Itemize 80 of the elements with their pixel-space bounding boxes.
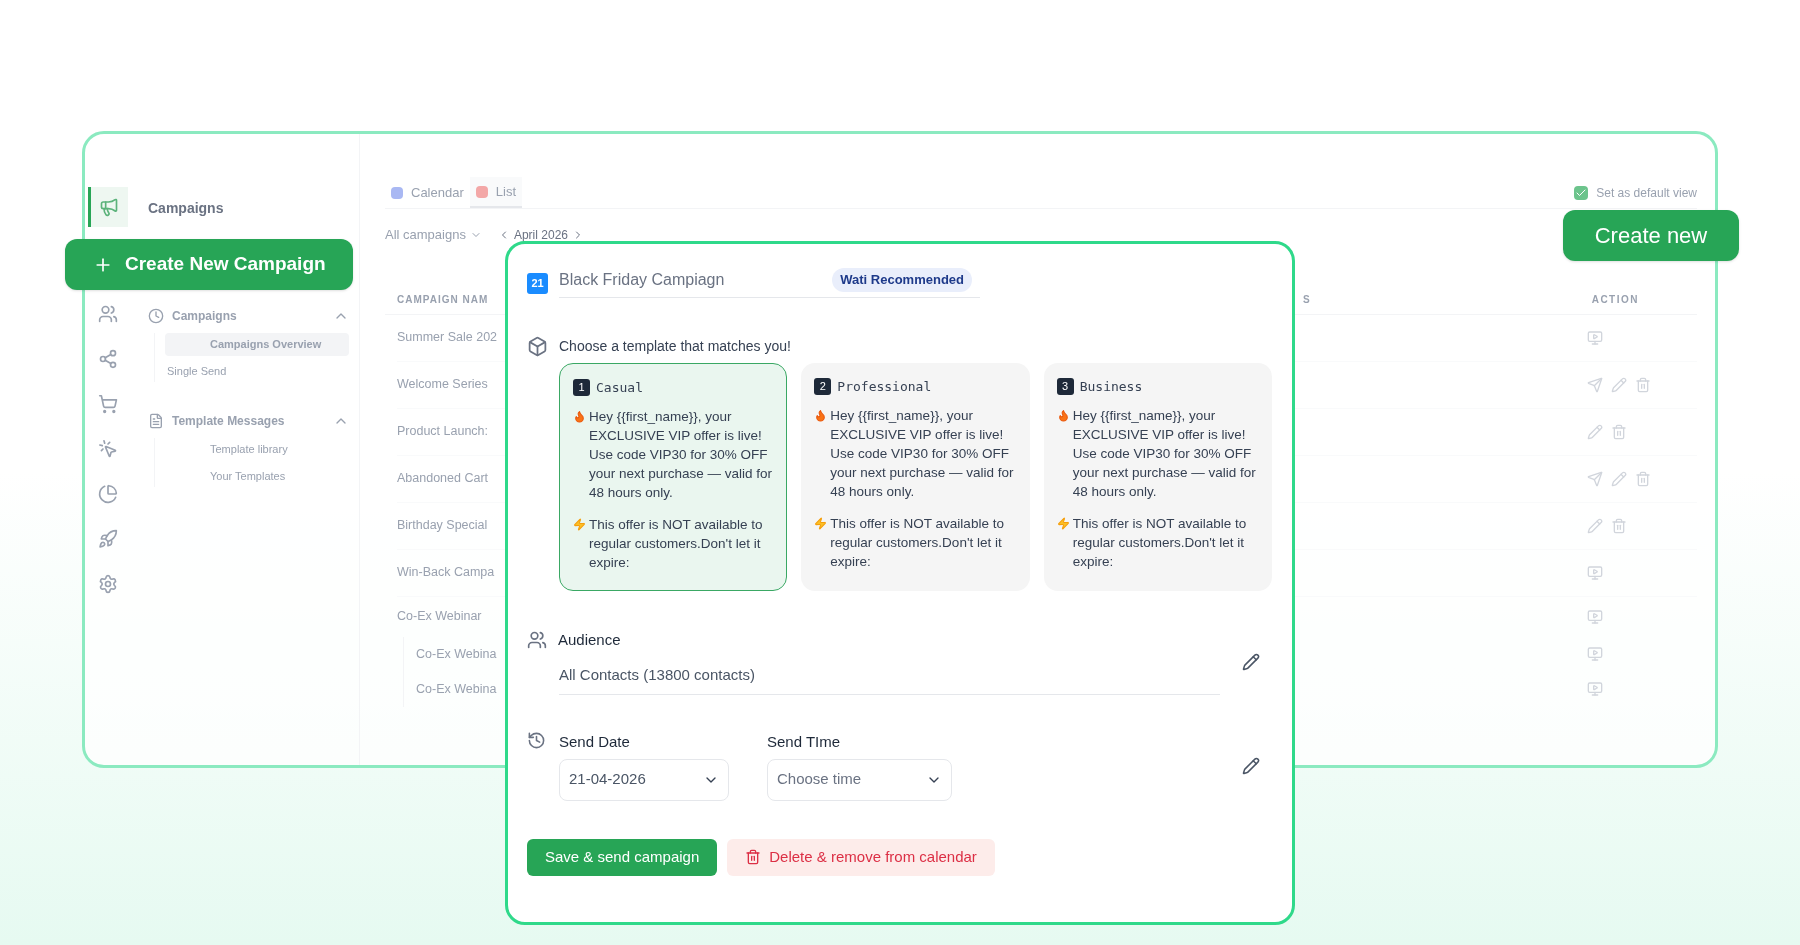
audience-field[interactable]: All Contacts (13800 contacts): [559, 663, 1220, 695]
campaign-title: Black Friday Campiagn: [559, 270, 725, 290]
campaign-name: Win-Back Campa: [397, 564, 495, 582]
create-campaign-button[interactable]: Create New Campaign: [65, 239, 353, 290]
preview-icon[interactable]: [1587, 608, 1603, 625]
template-note: This offer is NOT available to regular customers.Don't let it expire:: [589, 516, 764, 572]
template-message: Hey {{first_name}}, your EXCLUSIVE VIP offer is live! Use code VIP30 for 30% OFF your next purchase — valid for 48 hours only.: [1072, 407, 1257, 501]
clock-icon: [527, 731, 546, 750]
template-name: Casual: [596, 379, 643, 397]
audience-label: Audience: [558, 630, 621, 650]
template-card[interactable]: [559, 363, 788, 591]
template-card[interactable]: [1043, 363, 1272, 591]
create-new-button[interactable]: Create new: [1563, 210, 1739, 261]
template-note: This offer is NOT available to regular customers.Don't let it expire:: [1072, 515, 1248, 571]
campaign-name: Abandoned Cart: [397, 470, 489, 488]
preview-icon[interactable]: [1587, 329, 1603, 346]
sidebar-title: Campaigns: [148, 199, 225, 218]
delete-icon[interactable]: [1635, 376, 1651, 393]
clock-icon: [148, 308, 164, 324]
edit-icon[interactable]: [1242, 653, 1260, 671]
number-badge: 1: [573, 379, 590, 396]
preview-icon[interactable]: [1587, 564, 1603, 581]
campaign-name: Product Launch:: [397, 423, 489, 441]
campaign-name: Co-Ex Webina: [415, 680, 497, 698]
lightning-icon: [573, 518, 586, 531]
lightning-icon: [1056, 517, 1070, 530]
sidebar-group[interactable]: Campaigns: [148, 307, 359, 325]
checkbox[interactable]: [1574, 185, 1589, 200]
document-icon: [148, 413, 164, 429]
sidebar-group[interactable]: Template Messages: [148, 412, 359, 430]
campaign-name: Summer Sale 202: [397, 329, 498, 347]
lightning-icon: [814, 517, 828, 530]
number-badge: 2: [814, 378, 832, 395]
sidebar-item[interactable]: Campaigns Overview: [165, 333, 349, 356]
column-header: S: [1303, 292, 1312, 307]
send-icon[interactable]: [1587, 376, 1603, 393]
trash-icon: [745, 849, 762, 865]
send-date-label: Send Date: [559, 732, 631, 752]
template-name: Professional: [837, 378, 932, 396]
column-header: CAMPAIGN NAM: [396, 292, 490, 307]
view-tab[interactable]: List: [469, 177, 522, 208]
date-dropdown[interactable]: 21-04-2026: [559, 758, 729, 801]
view-tab[interactable]: Calendar: [385, 177, 470, 208]
sidebar-item[interactable]: Template library: [165, 438, 349, 461]
column-header: ACTION: [1591, 292, 1639, 307]
flame-icon: [814, 409, 828, 422]
date-badge: 21: [527, 272, 548, 294]
edit-icon[interactable]: [1242, 756, 1260, 775]
template-prompt: Choose a template that matches you!: [559, 337, 791, 356]
recommended-tag: Wati Recommended: [832, 268, 972, 292]
flame-icon: [573, 410, 586, 423]
sidebar-item[interactable]: Your Templates: [165, 464, 349, 487]
send-icon[interactable]: [1587, 470, 1603, 487]
delete-button[interactable]: Delete & remove from calendar: [727, 838, 995, 876]
save-button[interactable]: Save & send campaign: [527, 838, 718, 876]
template-message: Hey {{first_name}}, your EXCLUSIVE VIP offer is live! Use code VIP30 for 30% OFF your next purchase — valid for 48 hours only.: [830, 407, 1015, 501]
template-card[interactable]: [801, 363, 1030, 591]
flame-icon: [1056, 409, 1070, 422]
send-time-label: Send TIme: [767, 732, 842, 752]
checkbox-label: Set as default view: [1596, 184, 1697, 202]
template-note: This offer is NOT available to regular customers.Don't let it expire:: [830, 515, 1005, 571]
month-switcher[interactable]: April 2026: [497, 228, 584, 241]
delete-icon[interactable]: [1611, 423, 1627, 440]
delete-icon[interactable]: [1635, 470, 1651, 487]
box-icon: [527, 336, 548, 357]
campaign-name: Welcome Series: [397, 376, 488, 394]
campaign-name: Co-Ex Webinar: [397, 608, 482, 626]
delete-icon[interactable]: [1611, 517, 1627, 534]
filter-dropdown[interactable]: All campaigns: [385, 225, 482, 245]
campaign-name: Birthday Special: [397, 517, 488, 535]
preview-icon[interactable]: [1587, 681, 1603, 697]
people-icon: [527, 630, 547, 651]
template-name: Business: [1079, 378, 1143, 396]
time-dropdown[interactable]: Choose time: [767, 758, 952, 801]
number-badge: 3: [1056, 378, 1074, 395]
megaphone-icon[interactable]: [87, 187, 128, 227]
campaign-name: Co-Ex Webina: [415, 645, 497, 663]
template-message: Hey {{first_name}}, your EXCLUSIVE VIP offer is live! Use code VIP30 for 30% OFF your next purchase — valid for 48 hours only.: [589, 408, 774, 502]
preview-icon[interactable]: [1587, 646, 1603, 662]
sidebar-item[interactable]: Single Send: [165, 359, 349, 382]
